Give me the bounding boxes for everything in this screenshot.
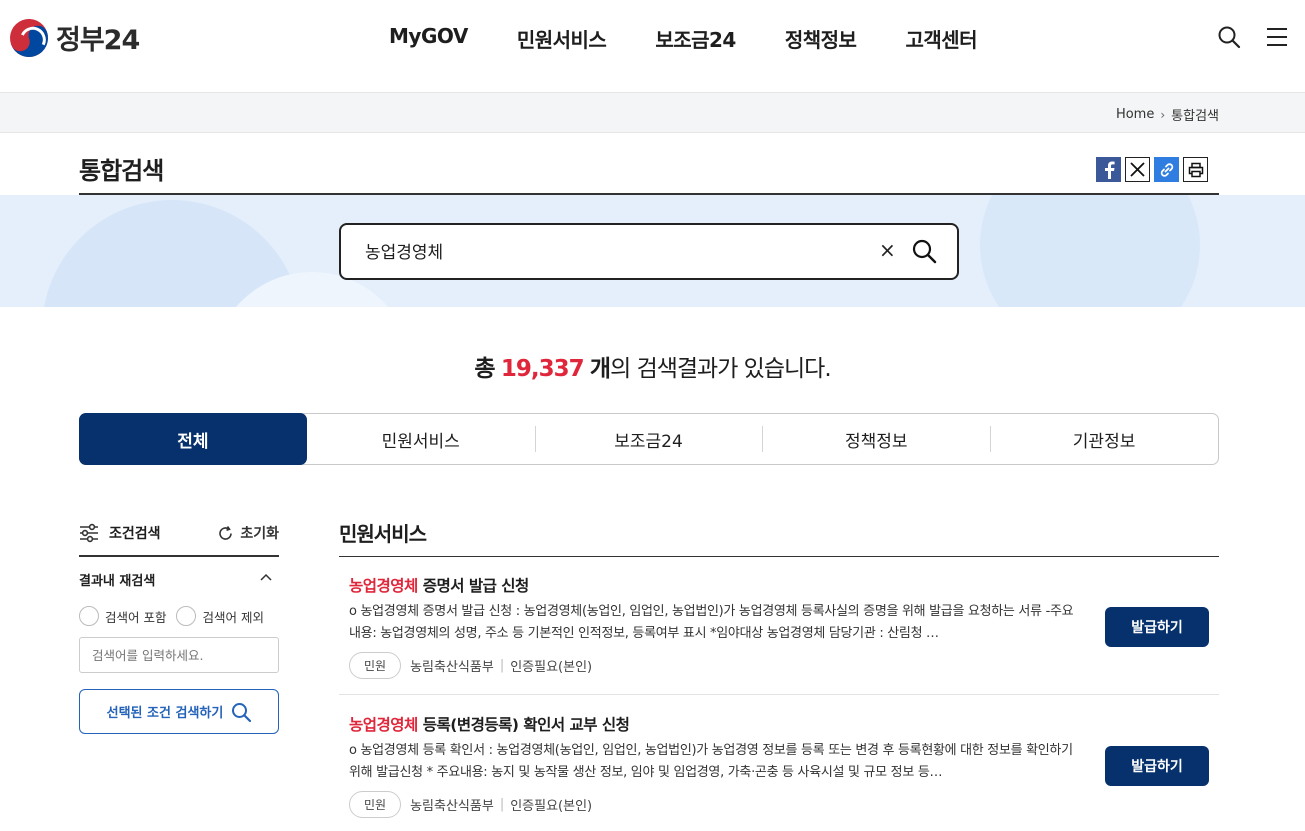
result-meta: 민원 농림축산식품부 | 인증필요(본인) [349, 652, 592, 679]
research-section[interactable]: 결과내 재검색 [79, 570, 279, 589]
search-mode-radios: 검색어 포함 검색어 제외 [79, 606, 264, 626]
result-title-rest: 등록(변경등록) 확인서 교부 신청 [417, 716, 630, 734]
breadcrumb-home[interactable]: Home [1116, 107, 1154, 122]
research-input[interactable] [79, 637, 279, 673]
search-input[interactable] [365, 240, 845, 260]
tab-subsidy24[interactable]: 보조금24 [534, 414, 763, 464]
result-description: o 농업경영체 등록 확인서 : 농업경영체(농업인, 임업인, 농업법인)가 … [349, 743, 1073, 780]
result-title-highlight: 농업경영체 [349, 577, 418, 595]
result-count: 총 19,337 개의 검색결과가 있습니다. [0, 349, 1305, 383]
tab-agency-info[interactable]: 기관정보 [990, 414, 1218, 464]
result-title[interactable]: 농업경영체 등록(변경등록) 확인서 교부 신청 [349, 713, 630, 735]
radio-exclude[interactable]: 검색어 제외 [176, 606, 264, 626]
link-icon[interactable] [1154, 157, 1179, 182]
meta-separator: | [499, 797, 505, 812]
result-agency: 농림축산식품부 [410, 799, 494, 814]
banner-decoration [980, 195, 1200, 307]
share-toolbar [1096, 157, 1208, 182]
radio-circle[interactable] [79, 606, 99, 626]
reset-button[interactable]: 초기화 [217, 523, 279, 543]
condition-search-label: 선택된 조건 검색하기 [106, 706, 224, 721]
reset-label: 초기화 [240, 526, 279, 542]
result-auth: 인증필요(본인) [510, 660, 593, 675]
result-meta: 민원 농림축산식품부 | 인증필요(본인) [349, 791, 592, 818]
search-box: × [339, 223, 959, 280]
issue-button[interactable]: 발급하기 [1105, 607, 1209, 647]
breadcrumb: Home › 통합검색 [1116, 105, 1219, 124]
filter-title-label: 조건검색 [109, 526, 161, 542]
radio-include-label: 검색어 포함 [105, 609, 167, 625]
search-icon[interactable] [1217, 25, 1241, 49]
radio-include[interactable]: 검색어 포함 [79, 606, 166, 626]
site-header: 정부24 MyGOV 민원서비스 보조금24 정책정보 고객센터 [0, 0, 1305, 92]
result-item: 농업경영체 등록(변경등록) 확인서 교부 신청 o 농업경영체 등록 확인서 … [339, 696, 1219, 831]
close-icon[interactable]: × [879, 238, 896, 262]
logo-text: 정부24 [56, 25, 140, 56]
result-title-rest: 증명서 발급 신청 [417, 577, 530, 595]
nav-item-civil-service[interactable]: 민원서비스 [517, 24, 607, 53]
search-icon[interactable] [911, 238, 937, 264]
facebook-icon[interactable] [1096, 157, 1121, 182]
meta-separator: | [499, 658, 505, 673]
nav-item-customer-center[interactable]: 고객센터 [905, 24, 977, 53]
research-title: 결과내 재검색 [79, 574, 156, 589]
site-logo[interactable]: 정부24 [4, 13, 140, 62]
radio-circle[interactable] [176, 606, 197, 626]
search-icon [232, 702, 252, 722]
print-icon[interactable] [1183, 157, 1208, 182]
category-badge: 민원 [349, 791, 402, 818]
nav-item-subsidy24[interactable]: 보조금24 [655, 24, 736, 53]
result-suffix: 의 검색결과가 있습니다. [610, 356, 832, 382]
page-title: 통합검색 [79, 157, 164, 185]
filter-title: 조건검색 [79, 523, 161, 543]
result-agency: 농림축산식품부 [410, 660, 494, 675]
chevron-up-icon[interactable] [259, 572, 273, 582]
result-unit: 개 [589, 356, 611, 382]
filter-header: 조건검색 초기화 [79, 519, 279, 557]
result-title[interactable]: 농업경영체 증명서 발급 신청 [349, 574, 529, 596]
category-tabs: 전체 민원서비스 보조금24 정책정보 기관정보 [79, 413, 1219, 465]
result-description: o 농업경영체 증명서 발급 신청 : 농업경영체(농업인, 임업인, 농업법인… [349, 604, 1074, 641]
sliders-icon [80, 523, 98, 543]
x-icon[interactable] [1125, 157, 1150, 182]
breadcrumb-current: 통합검색 [1171, 109, 1219, 124]
issue-button[interactable]: 발급하기 [1105, 746, 1209, 786]
result-title-highlight: 농업경영체 [349, 716, 418, 734]
nav-item-policy-info[interactable]: 정책정보 [785, 24, 857, 53]
result-count-number: 19,337 [500, 356, 585, 382]
taegeuk-logo-icon [4, 13, 54, 62]
breadcrumb-bar: Home › 통합검색 [0, 92, 1305, 133]
condition-search-button[interactable]: 선택된 조건 검색하기 [79, 689, 279, 734]
result-prefix: 총 [474, 356, 495, 382]
main-nav: MyGOV 민원서비스 보조금24 정책정보 고객센터 [389, 24, 1026, 53]
result-auth: 인증필요(본인) [510, 799, 593, 814]
nav-item-mygov[interactable]: MyGOV [389, 24, 468, 53]
category-badge: 민원 [349, 652, 402, 679]
section-title: 민원서비스 [339, 522, 427, 546]
radio-exclude-label: 검색어 제외 [202, 609, 264, 625]
menu-icon[interactable] [1265, 25, 1289, 49]
tab-civil-service[interactable]: 민원서비스 [307, 414, 535, 464]
tab-all[interactable]: 전체 [79, 413, 307, 465]
chevron-right-icon: › [1160, 107, 1166, 122]
tab-policy-info[interactable]: 정책정보 [762, 414, 990, 464]
result-item: 농업경영체 증명서 발급 신청 o 농업경영체 증명서 발급 신청 : 농업경영… [339, 557, 1219, 695]
refresh-icon [219, 525, 233, 540]
